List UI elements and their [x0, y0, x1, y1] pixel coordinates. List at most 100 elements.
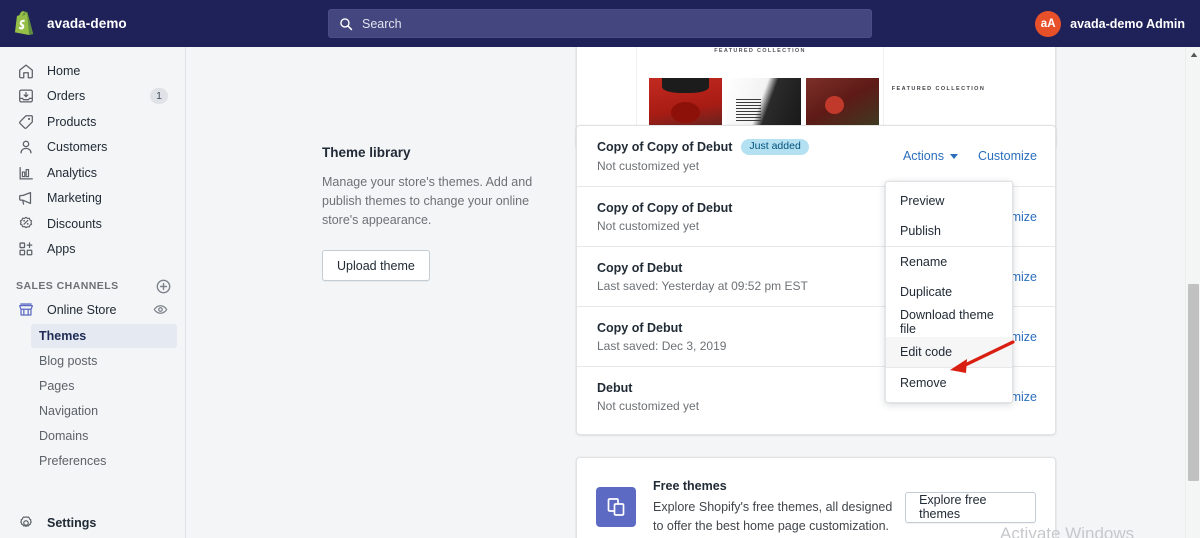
theme-title-line: Copy of Debut — [597, 261, 808, 275]
main-content: FEATURED COLLECTION FEATURED COLLECTION … — [186, 47, 1192, 538]
menu-item-preview[interactable]: Preview — [886, 186, 1012, 216]
global-search[interactable] — [328, 9, 872, 38]
sidebar-subitem-label: Preferences — [39, 453, 107, 468]
menu-item-remove[interactable]: Remove — [886, 368, 1012, 398]
sidebar-item-products[interactable]: Products — [8, 109, 177, 134]
user-name-label: avada-demo Admin — [1070, 16, 1185, 31]
shopify-bag-icon — [13, 11, 36, 36]
orders-count-badge: 1 — [150, 88, 168, 104]
row-actions: Actions Customize — [903, 126, 1037, 186]
theme-info: Copy of Debut Last saved: Dec 3, 2019 — [597, 321, 726, 353]
sidebar-item-orders[interactable]: Orders 1 — [8, 84, 177, 109]
sidebar-item-label: Customers — [47, 140, 108, 154]
sidebar-item-label: Apps — [47, 242, 76, 256]
chevron-down-icon — [949, 153, 958, 159]
sidebar-item-label: Discounts — [47, 216, 102, 231]
sidebar-subitem-label: Themes — [39, 328, 87, 343]
theme-library-section: Theme library Manage your store's themes… — [322, 145, 542, 281]
actions-button[interactable]: Actions — [903, 149, 958, 163]
free-themes-card: Free themes Explore Shopify's free theme… — [576, 457, 1056, 538]
gear-icon — [16, 513, 36, 533]
sidebar-item-domains[interactable]: Domains — [31, 424, 177, 448]
preview-featured-collection-label-right: FEATURED COLLECTION — [891, 86, 986, 92]
theme-info: Debut Not customized yet — [597, 381, 699, 413]
theme-title-line: Debut — [597, 381, 699, 395]
preview-featured-collection-label: FEATURED COLLECTION — [714, 48, 806, 54]
products-tag-icon — [16, 112, 36, 132]
analytics-bars-icon — [16, 163, 36, 183]
sidebar-item-label: Analytics — [47, 165, 98, 180]
avatar: aA — [1035, 10, 1062, 37]
sidebar-item-label: Products — [47, 114, 97, 129]
search-icon — [339, 17, 353, 31]
sidebar-item-preferences[interactable]: Preferences — [31, 449, 177, 473]
theme-library-title: Theme library — [322, 145, 411, 160]
menu-group: Remove — [886, 367, 1012, 398]
actions-label: Actions — [902, 149, 944, 163]
scroll-up-arrow-icon[interactable] — [1186, 47, 1200, 62]
sidebar-item-discounts[interactable]: Discounts — [8, 211, 177, 236]
sidebar-subitem-label: Pages — [39, 378, 75, 393]
sidebar-item-navigation[interactable]: Navigation — [31, 399, 177, 423]
scrollbar-thumb[interactable] — [1188, 284, 1199, 481]
page-scrollbar[interactable] — [1185, 47, 1200, 538]
plus-circle-icon[interactable] — [156, 279, 171, 294]
sales-channels-label: SALES CHANNELS — [16, 280, 119, 292]
sidebar-item-label: Marketing — [47, 191, 102, 205]
theme-title-line: Copy of Debut — [597, 321, 726, 335]
theme-name: Copy of Copy of Debut — [597, 139, 733, 154]
sidebar-item-analytics[interactable]: Analytics — [8, 160, 177, 185]
customers-person-icon — [16, 137, 36, 157]
sidebar-item-settings[interactable]: Settings — [0, 509, 186, 536]
menu-item-download-theme-file[interactable]: Download theme file — [886, 307, 1012, 337]
primary-nav: Home Orders 1 Products Customers Analyti… — [0, 47, 185, 262]
theme-title-line: Copy of Copy of Debut — [597, 201, 732, 215]
theme-info: Copy of Copy of Debut Just added Not cus… — [597, 138, 809, 174]
apps-grid-plus-icon — [16, 239, 36, 259]
menu-item-duplicate[interactable]: Duplicate — [886, 277, 1012, 307]
menu-item-rename[interactable]: Rename — [886, 247, 1012, 277]
table-row: Copy of Copy of Debut Just added Not cus… — [577, 126, 1055, 186]
sidebar-item-home[interactable]: Home — [8, 58, 177, 83]
discounts-percent-icon — [16, 214, 36, 234]
free-themes-description: Explore Shopify's free themes, all desig… — [653, 499, 893, 533]
menu-group: Rename Duplicate Download theme file Edi… — [886, 246, 1012, 367]
theme-name: Copy of Debut — [597, 320, 683, 335]
sidebar-item-customers[interactable]: Customers — [8, 135, 177, 160]
sidebar-subitem-label: Navigation — [39, 403, 99, 418]
home-icon — [16, 61, 36, 81]
sidebar-item-blog-posts[interactable]: Blog posts — [31, 349, 177, 373]
brand-name-label: avada-demo — [47, 16, 127, 31]
sidebar-item-apps[interactable]: Apps — [8, 237, 177, 262]
theme-subtitle: Last saved: Yesterday at 09:52 pm EST — [597, 278, 808, 293]
theme-subtitle: Not customized yet — [597, 218, 700, 233]
search-input[interactable] — [362, 16, 822, 31]
menu-item-edit-code[interactable]: Edit code — [886, 337, 1012, 367]
upload-theme-button[interactable]: Upload theme — [322, 250, 430, 281]
theme-subtitle: Not customized yet — [597, 398, 700, 413]
sidebar-item-marketing[interactable]: Marketing — [8, 186, 177, 211]
duplicate-theme-icon — [596, 487, 636, 527]
theme-subtitle: Not customized yet — [597, 159, 700, 174]
explore-free-themes-button[interactable]: Explore free themes — [905, 491, 1036, 523]
marketing-megaphone-icon — [16, 188, 36, 208]
sidebar-subitem-label: Domains — [39, 428, 89, 443]
store-brand[interactable]: avada-demo — [0, 11, 186, 36]
sidebar-item-label: Online Store — [47, 302, 117, 317]
store-icon — [16, 300, 36, 320]
user-menu[interactable]: aA avada-demo Admin — [1031, 0, 1189, 47]
menu-group: Preview Publish — [886, 186, 1012, 246]
menu-item-publish[interactable]: Publish — [886, 216, 1012, 246]
eye-icon[interactable] — [153, 302, 168, 317]
sidebar-item-label: Orders — [47, 89, 86, 103]
theme-name: Copy of Debut — [597, 260, 683, 275]
status-badge: Just added — [741, 138, 809, 156]
sidebar-item-themes[interactable]: Themes — [31, 323, 177, 348]
sales-channels-header: SALES CHANNELS — [16, 279, 171, 294]
sidebar-item-pages[interactable]: Pages — [31, 374, 177, 398]
sidebar: Home Orders 1 Products Customers Analyti… — [0, 47, 186, 538]
theme-subtitle: Last saved: Dec 3, 2019 — [597, 338, 727, 353]
customize-button[interactable]: Customize — [978, 149, 1037, 163]
search-box[interactable] — [328, 9, 872, 38]
sidebar-item-online-store[interactable]: Online Store — [8, 297, 177, 323]
